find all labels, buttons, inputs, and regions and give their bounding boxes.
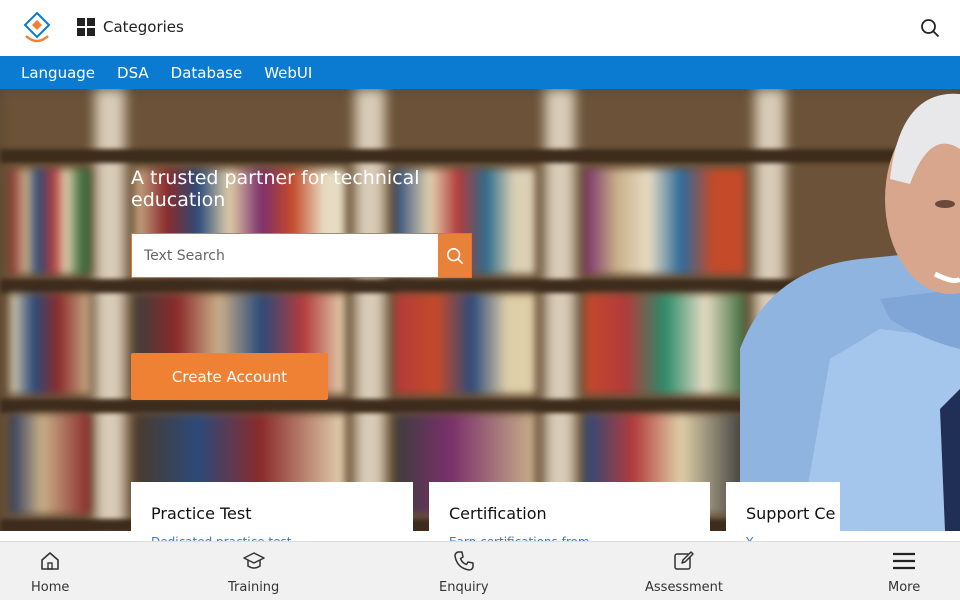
hero-search-input[interactable] — [132, 234, 438, 277]
hero-banner: A trusted partner for technical educatio… — [0, 89, 960, 531]
bottom-nav-assessment[interactable]: Assessment — [645, 550, 723, 595]
bottom-nav-label: Training — [228, 580, 280, 595]
card-title: Practice Test — [151, 504, 252, 523]
search-icon — [446, 247, 463, 264]
top-header: Categories — [0, 0, 960, 56]
bottom-nav: Home Training Enquiry Assessment More — [0, 541, 960, 600]
home-icon — [41, 552, 59, 570]
bottom-nav-more[interactable]: More — [888, 550, 920, 595]
menu-icon — [893, 552, 916, 570]
card-title: Support Ce — [746, 504, 836, 523]
hero-search-bar — [131, 233, 472, 278]
phone-icon — [454, 551, 474, 571]
hero-search-button[interactable] — [438, 234, 471, 277]
nav-item-database[interactable]: Database — [171, 64, 243, 82]
hero-title: A trusted partner for technical educatio… — [131, 167, 420, 211]
bottom-nav-home[interactable]: Home — [31, 550, 69, 595]
nav-item-dsa[interactable]: DSA — [117, 64, 149, 82]
bottom-nav-label: Home — [31, 580, 70, 595]
categories-label: Categories — [103, 18, 184, 36]
grid-icon — [77, 18, 95, 36]
bottom-nav-enquiry[interactable]: Enquiry — [439, 550, 489, 595]
search-icon[interactable] — [920, 18, 940, 38]
category-nav: Language DSA Database WebUI — [0, 56, 960, 89]
nav-item-webui[interactable]: WebUI — [264, 64, 312, 82]
categories-button[interactable]: Categories — [77, 18, 184, 36]
logo[interactable] — [22, 12, 52, 44]
graduation-cap-icon — [242, 552, 265, 569]
edit-icon — [674, 551, 694, 570]
card-title: Certification — [449, 504, 547, 523]
bottom-nav-training[interactable]: Training — [228, 550, 279, 595]
create-account-button[interactable]: Create Account — [131, 353, 328, 400]
bottom-nav-label: Enquiry — [439, 580, 489, 595]
bottom-nav-label: Assessment — [645, 580, 723, 595]
nav-item-language[interactable]: Language — [21, 64, 95, 82]
hero-person-image — [740, 93, 960, 531]
bottom-nav-label: More — [888, 580, 921, 595]
